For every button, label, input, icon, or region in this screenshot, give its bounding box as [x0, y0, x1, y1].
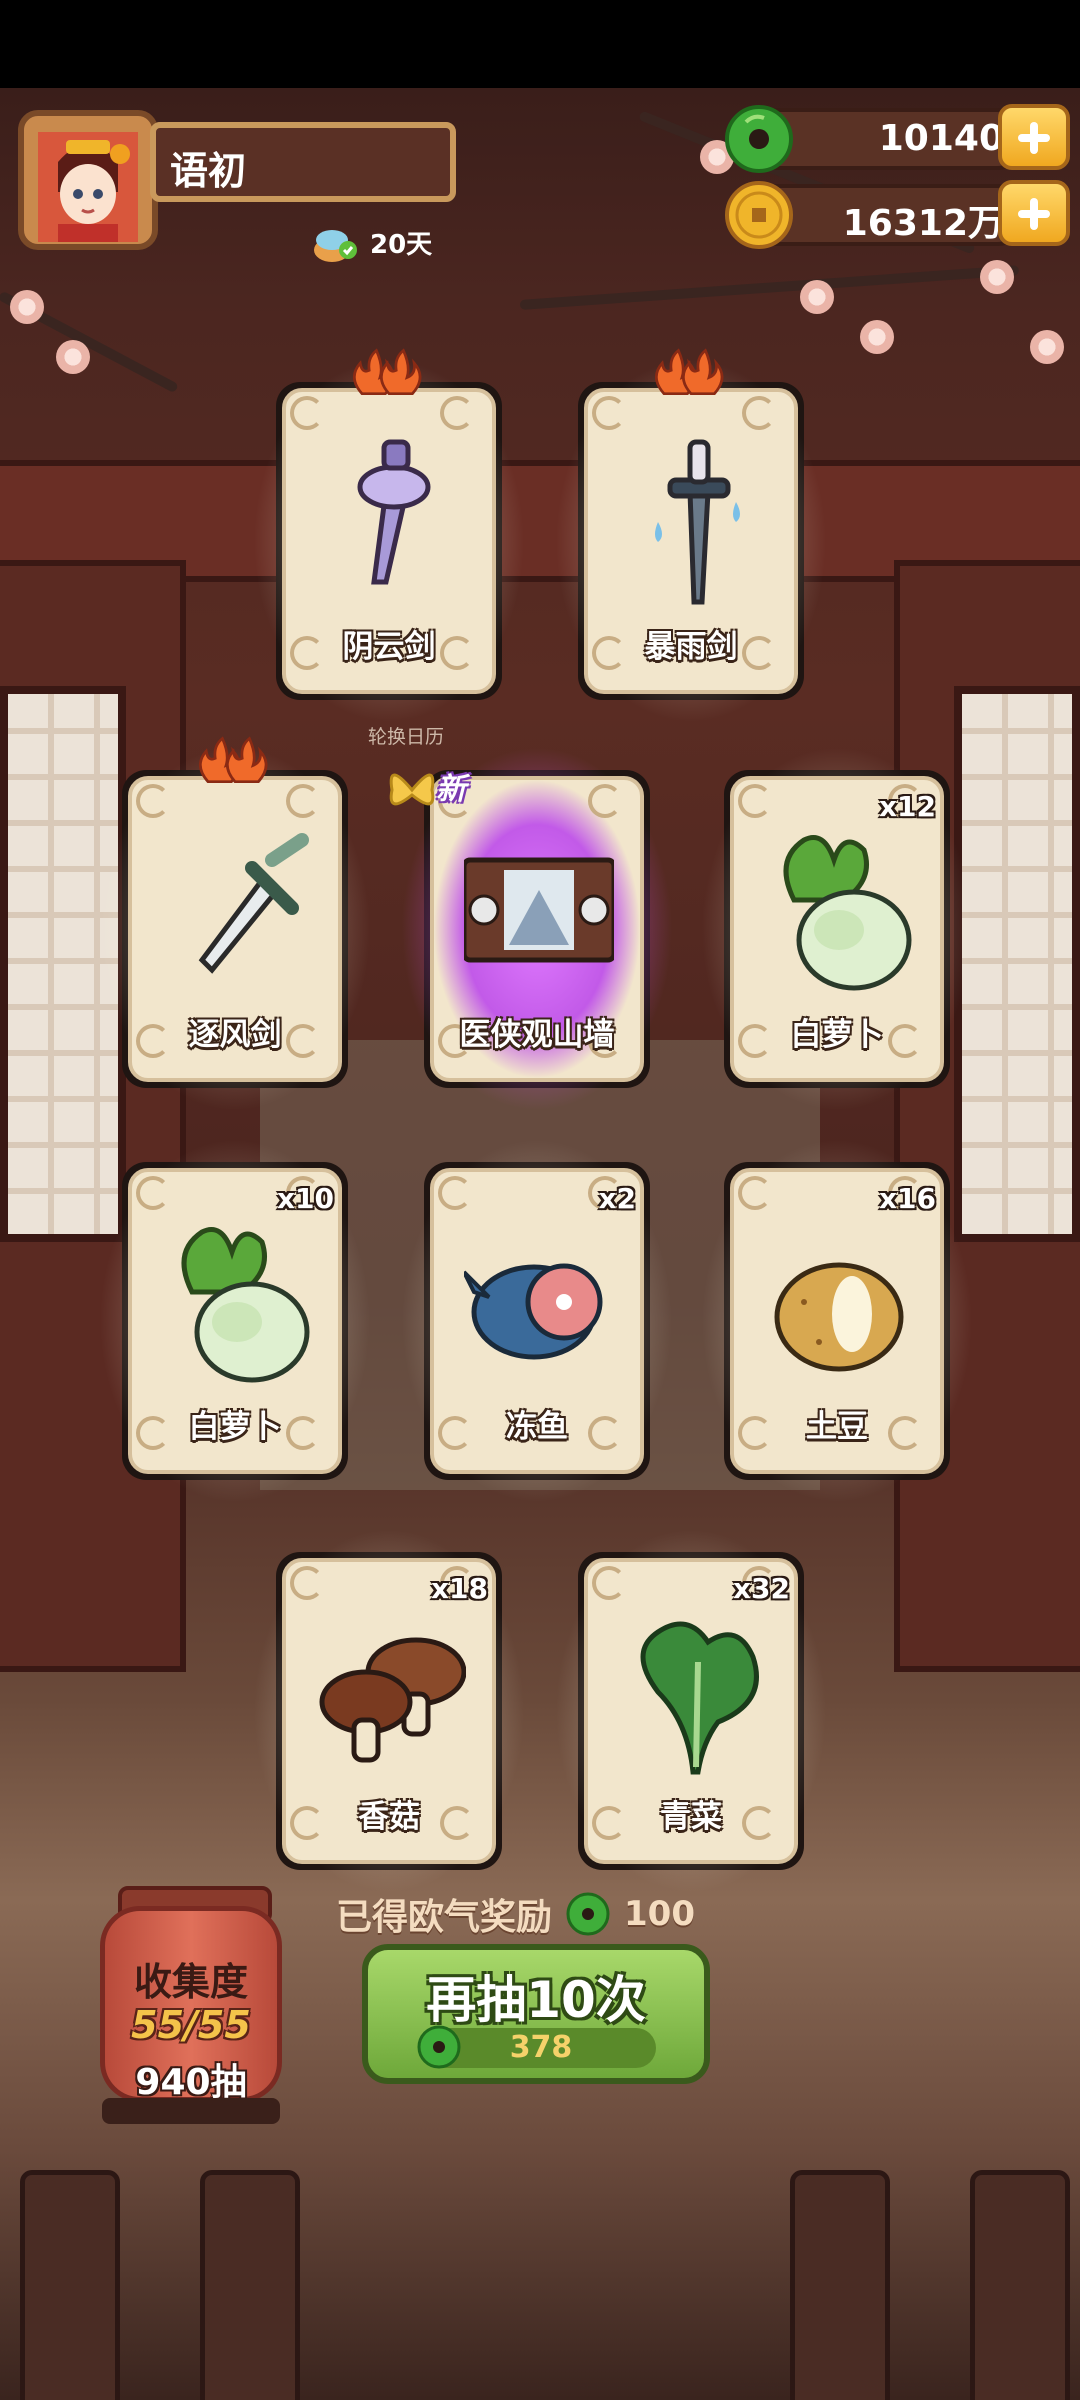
card-ornament: [738, 1176, 772, 1210]
background-right-door: [894, 560, 1080, 1672]
card-label: 医侠观山墙: [459, 1017, 615, 1053]
reward-card[interactable]: 逐风剑: [100, 736, 370, 1110]
blossom: [1030, 330, 1064, 364]
card-count: x12: [878, 790, 936, 823]
card-ornament: [286, 784, 320, 818]
mountain-wall-icon: [464, 857, 614, 963]
card-ornament: [290, 1566, 324, 1600]
card-label: 逐风剑: [188, 1017, 282, 1053]
lantern-stand: [102, 2098, 280, 2124]
fire-icon: [353, 348, 422, 396]
reward-card[interactable]: x12 白萝卜: [702, 748, 972, 1110]
jade-icon: [566, 1892, 610, 1936]
reward-card[interactable]: x18 香菇: [254, 1530, 524, 1892]
blossom: [10, 290, 44, 324]
days-indicator: 20天: [312, 220, 432, 264]
card-label: 白萝卜: [790, 1017, 884, 1053]
blossom: [980, 260, 1014, 294]
card-ornament: [588, 784, 622, 818]
card-label: 香菇: [358, 1799, 420, 1835]
fence-post: [20, 2170, 120, 2400]
blossom: [860, 320, 894, 354]
jade-amount: 10140: [878, 118, 1004, 159]
coin-amount: 16312万: [842, 203, 1004, 244]
rain-sword-icon: [655, 439, 740, 605]
draw-again-label: 再抽10次: [426, 1971, 646, 2029]
card-ornament: [742, 396, 776, 430]
player-name: 语初: [170, 149, 247, 193]
purple-sword-icon: [357, 439, 431, 585]
luck-reward-value: 100: [624, 1894, 695, 1934]
card-ornament: [592, 1566, 626, 1600]
wind-sword-icon: [198, 833, 309, 974]
new-badge: 新: [382, 760, 552, 830]
card-label: 阴云剑: [342, 629, 436, 665]
draw-cost-value: 378: [509, 2030, 573, 2065]
fence-post: [200, 2170, 300, 2400]
card-count: x16: [878, 1182, 936, 1215]
cherry-branch: [519, 265, 1020, 310]
reward-card[interactable]: x10 白萝卜: [100, 1140, 370, 1502]
potato-icon: [774, 1262, 904, 1372]
background-left-door: [0, 560, 186, 1672]
card-ornament: [440, 396, 474, 430]
card-label: 土豆: [806, 1409, 868, 1445]
pot-icon: [314, 230, 357, 262]
draw-again-button[interactable]: 再抽10次 378: [362, 1944, 710, 2084]
days-count: 20天: [370, 229, 433, 260]
avatar-portrait: [38, 132, 138, 242]
lantern-body: 收集度 55/55 940抽: [100, 1906, 282, 2103]
card-ornament: [592, 396, 626, 430]
card-ornament: [136, 784, 170, 818]
radish-icon: [181, 1227, 310, 1383]
card-count: x10: [276, 1182, 334, 1215]
card-label: 青菜: [660, 1799, 722, 1835]
card-label: 白萝卜: [188, 1409, 282, 1445]
card-ornament: [136, 1176, 170, 1210]
collection-lantern[interactable]: 收集度 55/55 940抽: [96, 1884, 286, 2124]
reward-card[interactable]: 暴雨剑: [556, 348, 826, 722]
reward-card[interactable]: x2 冻鱼: [402, 1140, 672, 1502]
butterfly-icon: [389, 773, 435, 806]
reward-card[interactable]: x16 土豆: [702, 1140, 972, 1502]
fence-post: [790, 2170, 890, 2400]
card-label: 暴雨剑: [644, 629, 738, 665]
luck-reward: 已得欧气奖励 100: [336, 1888, 695, 1940]
reward-card[interactable]: 新医侠观山墙: [389, 748, 672, 1110]
frozen-fish-icon: [464, 1263, 603, 1360]
coin-icon: [725, 181, 793, 249]
card-count: x2: [598, 1182, 636, 1215]
background-sign: 轮换日历: [368, 726, 445, 748]
card-label: 冻鱼: [506, 1409, 568, 1445]
blossom: [800, 280, 834, 314]
blossom: [56, 340, 90, 374]
game-scene: 轮换日历 语初 20天 10140 16312万 阴云剑 暴雨剑 逐风剑 新 医…: [0, 0, 1080, 2400]
fire-icon: [655, 348, 724, 396]
add-jade-button[interactable]: [998, 104, 1070, 170]
fence-post: [970, 2170, 1070, 2400]
luck-reward-label: 已得欧气奖励: [336, 1897, 553, 1938]
jade-icon: [725, 105, 793, 173]
add-coins-button[interactable]: [998, 180, 1070, 246]
player-name-bar: 语初: [150, 122, 456, 202]
fire-icon: [199, 736, 268, 784]
greens-icon: [640, 1621, 759, 1775]
mushroom-icon: [319, 1637, 466, 1763]
draw-cost: 378: [417, 2025, 656, 2069]
card-count: x32: [732, 1572, 790, 1605]
avatar[interactable]: [18, 110, 158, 250]
card-ornament: [290, 396, 324, 430]
card-ornament: [738, 784, 772, 818]
collection-progress: 55/55: [131, 2003, 251, 2047]
card-ornament: [438, 1176, 472, 1210]
card-count: x18: [430, 1572, 488, 1605]
window-lattice: [954, 686, 1080, 1242]
collection-title: 收集度: [133, 1960, 248, 2004]
reward-card[interactable]: x32 青菜: [556, 1530, 826, 1892]
radish-icon: [783, 835, 912, 991]
reward-card[interactable]: 阴云剑: [254, 348, 524, 722]
new-badge-label: 新: [436, 772, 466, 807]
